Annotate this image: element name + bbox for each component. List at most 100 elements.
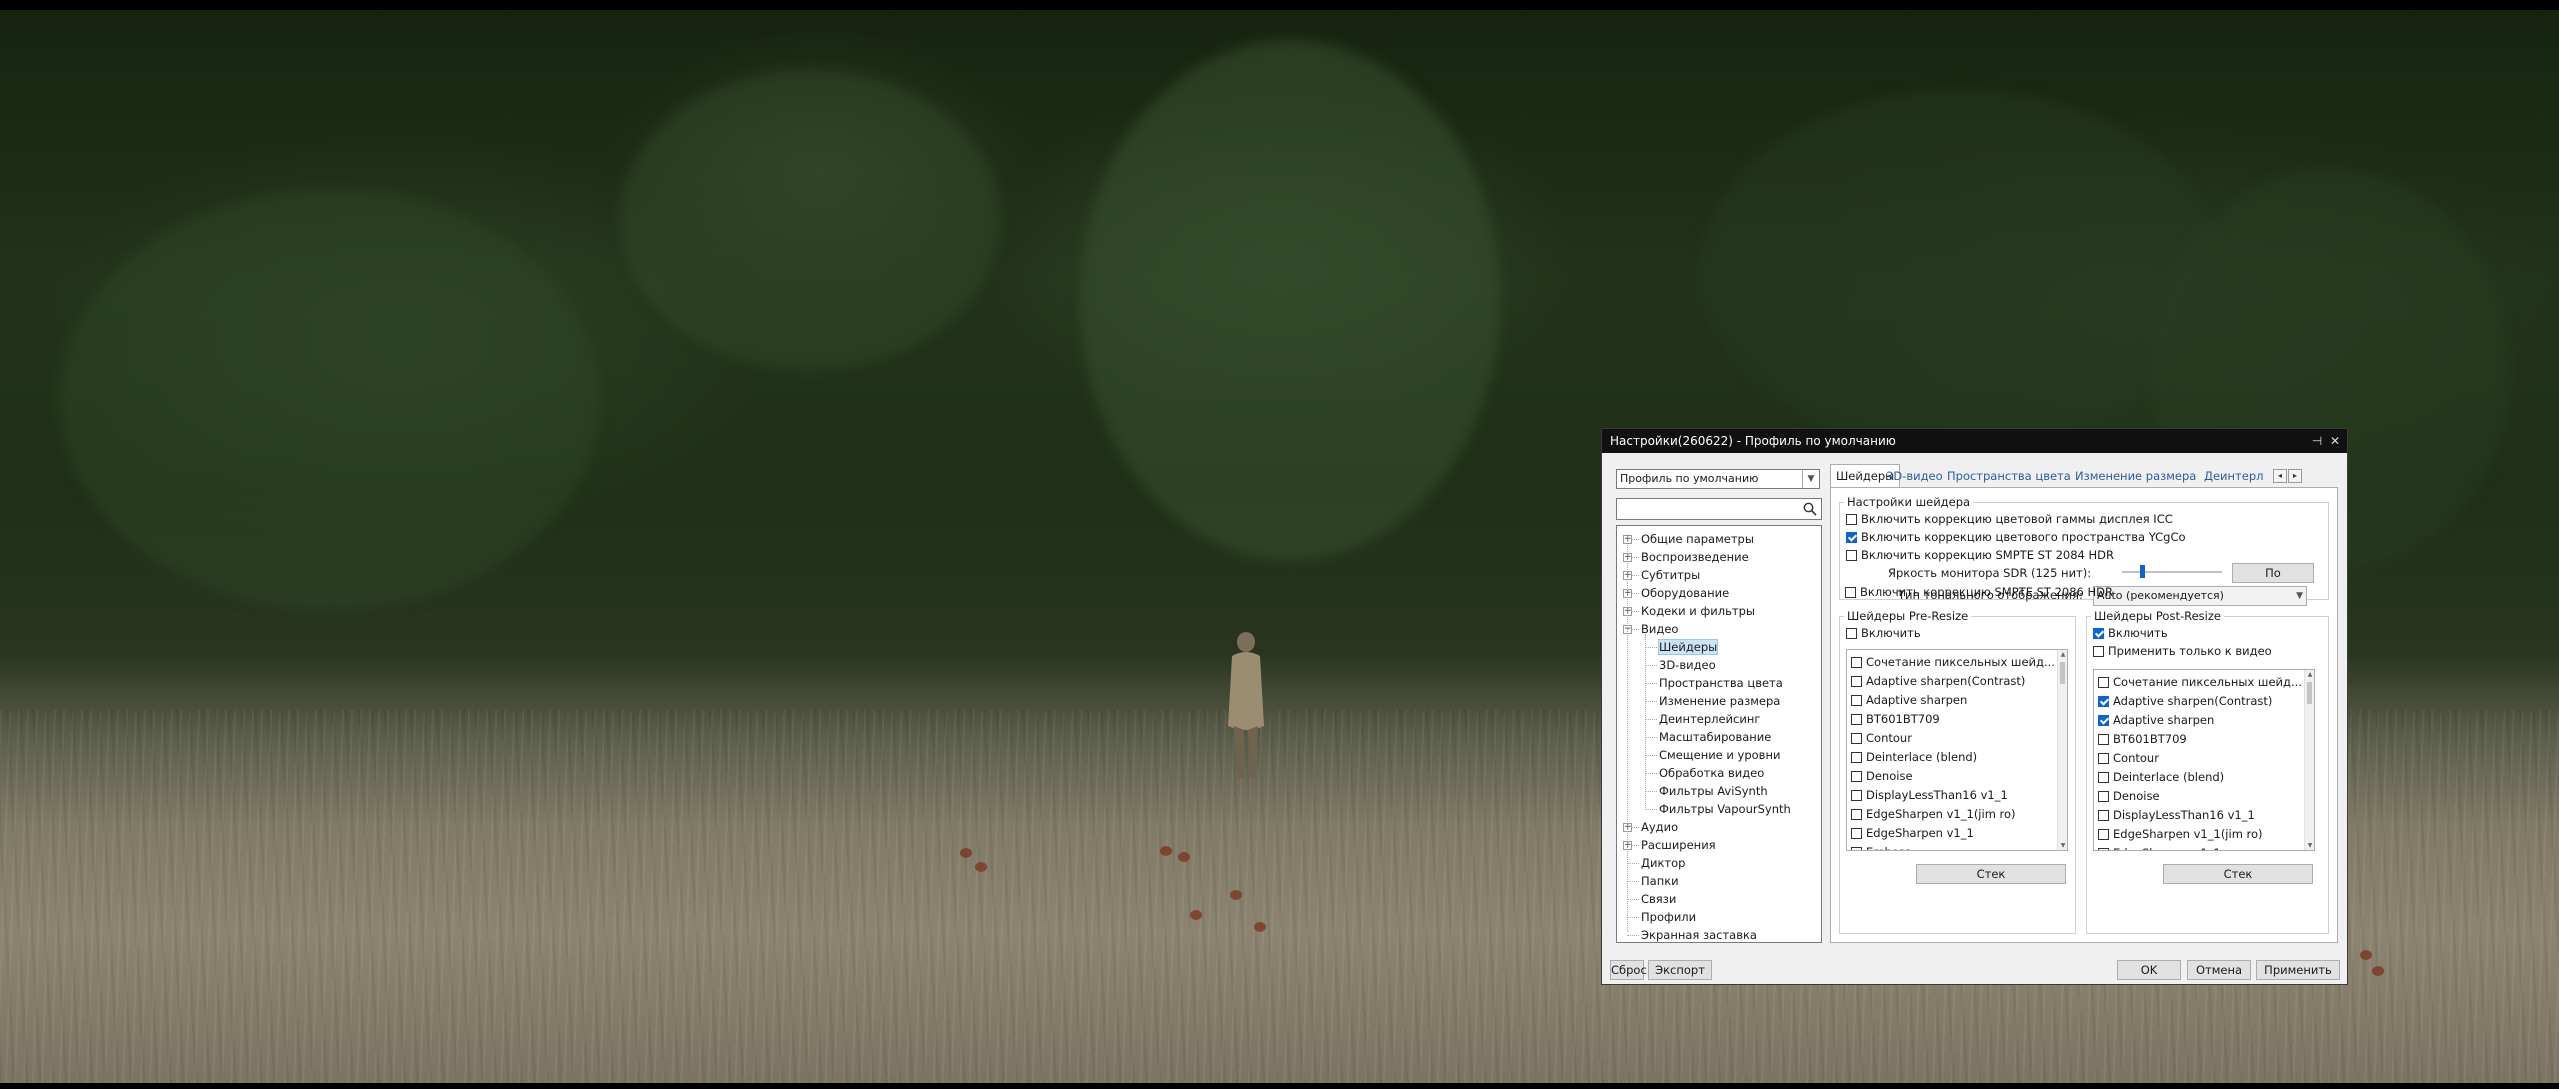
shader-list-item[interactable]: BT601BT709 <box>2098 731 2187 747</box>
tree-item[interactable]: Масштабирование <box>1659 728 1771 746</box>
checkbox-box[interactable] <box>1846 550 1857 561</box>
scrollbar-thumb[interactable] <box>2307 682 2312 704</box>
default-button[interactable]: По умолчанию <box>2232 563 2314 598</box>
scroll-up-icon[interactable]: ▲ <box>2058 651 2067 658</box>
dialog-titlebar[interactable]: Настройки(260622) - Профиль по умолчанию… <box>1602 429 2347 453</box>
tab-color-spaces[interactable]: Пространства цвета <box>1947 465 2071 487</box>
tab-scroll-left-icon[interactable]: ◂ <box>2273 469 2287 483</box>
checkbox-box[interactable] <box>1851 695 1862 706</box>
checkbox-box[interactable] <box>2098 848 2109 850</box>
profile-select[interactable]: Профиль по умолчанию ▼ <box>1616 469 1820 489</box>
shader-list-item[interactable]: Emboss <box>1851 844 1911 850</box>
tree-item[interactable]: Видео <box>1641 620 1678 638</box>
tree-item[interactable]: Кодеки и фильтры <box>1641 602 1755 620</box>
shader-list-item[interactable]: Denoise <box>1851 768 1913 784</box>
ycgco-checkbox[interactable]: Включить коррекцию цветового пространств… <box>1846 529 2186 545</box>
tree-item[interactable]: Расширения <box>1641 836 1716 854</box>
ok-button[interactable]: OK <box>2117 960 2181 980</box>
checkbox-box[interactable] <box>1846 628 1857 639</box>
tree-item[interactable]: Обработка видео <box>1659 764 1764 782</box>
checkbox-box[interactable] <box>1851 676 1862 687</box>
chevron-down-icon[interactable]: ▼ <box>2296 587 2303 605</box>
shader-list-item[interactable]: Adaptive sharpen <box>1851 692 1967 708</box>
tab-resize[interactable]: Изменение размера <box>2075 465 2196 487</box>
search-input[interactable] <box>1616 498 1822 520</box>
checkbox-box[interactable] <box>1845 587 1856 598</box>
checkbox-box[interactable] <box>1851 828 1862 839</box>
shader-list-item[interactable]: EdgeSharpen v1_1(jim ro) <box>2098 826 2263 842</box>
checkbox-box[interactable] <box>2098 810 2109 821</box>
sdr-brightness-slider[interactable] <box>2122 563 2222 581</box>
tab-3d-video[interactable]: 3D-видео <box>1886 465 1943 487</box>
shader-list-item[interactable]: BT601BT709 <box>1851 711 1940 727</box>
pre-resize-stack-button[interactable]: Стек <box>1916 864 2066 884</box>
tab-deinterlace[interactable]: Деинтерле <box>2204 465 2264 487</box>
tree-item[interactable]: Субтитры <box>1641 566 1700 584</box>
shader-list-item[interactable]: Adaptive sharpen(Contrast) <box>2098 693 2272 709</box>
tree-item[interactable]: Общие параметры <box>1641 530 1754 548</box>
tree-item[interactable]: 3D-видео <box>1659 656 1716 674</box>
chevron-down-icon[interactable]: ▼ <box>1802 470 1819 488</box>
post-resize-shader-list[interactable]: Сочетание пиксельных шейд... Adaptive sha… <box>2093 669 2315 851</box>
tab-scroll-right-icon[interactable]: ▸ <box>2288 469 2302 483</box>
checkbox-box[interactable] <box>1851 657 1862 668</box>
shader-list-item[interactable]: Deinterlace (blend) <box>1851 749 1977 765</box>
checkbox-box[interactable] <box>2098 753 2109 764</box>
post-resize-enable-checkbox[interactable]: Включить <box>2093 625 2168 641</box>
pre-resize-shader-list[interactable]: Сочетание пиксельных шейд... Adaptive sha… <box>1846 649 2068 851</box>
tree-item[interactable]: Связи <box>1641 890 1676 908</box>
shader-list-item[interactable]: EdgeSharpen v1_1 <box>1851 825 1974 841</box>
scroll-down-icon[interactable]: ▼ <box>2058 842 2067 849</box>
checkbox-box[interactable] <box>2098 772 2109 783</box>
tree-item[interactable]: Оборудование <box>1641 584 1729 602</box>
scroll-down-icon[interactable]: ▼ <box>2305 842 2314 849</box>
checkbox-box[interactable] <box>2098 677 2109 688</box>
shader-list-item[interactable]: Adaptive sharpen(Contrast) <box>1851 673 2025 689</box>
shader-list-item[interactable]: DisplayLessThan16 v1_1 <box>2098 807 2255 823</box>
shader-list-item[interactable]: Adaptive sharpen <box>2098 712 2214 728</box>
checkbox-box[interactable] <box>2098 791 2109 802</box>
cancel-button[interactable]: Отмена <box>2187 960 2251 980</box>
checkbox-box[interactable] <box>1851 809 1862 820</box>
scrollbar-thumb[interactable] <box>2060 662 2065 684</box>
export-button[interactable]: Экспорт <box>1648 960 1712 980</box>
checkbox-box[interactable] <box>1851 714 1862 725</box>
tree-item[interactable]: Аудио <box>1641 818 1678 836</box>
hdr2084-checkbox[interactable]: Включить коррекцию SMPTE ST 2084 HDR <box>1846 547 2114 563</box>
checkbox-box[interactable] <box>1851 847 1862 850</box>
tree-item[interactable]: Папки <box>1641 872 1679 890</box>
tree-item[interactable]: Фильтры VapourSynth <box>1659 800 1791 818</box>
checkbox-box[interactable] <box>2098 715 2109 726</box>
checkbox-box[interactable] <box>1846 514 1857 525</box>
hdr2086-checkbox[interactable]: Включить коррекцию SMPTE ST 2086 HDR <box>1845 584 2113 600</box>
checkbox-box[interactable] <box>1851 790 1862 801</box>
checkbox-box[interactable] <box>1851 771 1862 782</box>
tree-item[interactable]: Пространства цвета <box>1659 674 1783 692</box>
tree-item[interactable]: Профили <box>1641 908 1696 926</box>
tree-item[interactable]: Смещение и уровни <box>1659 746 1780 764</box>
shader-list-item[interactable]: EdgeSharpen v1_1(jim ro) <box>1851 806 2016 822</box>
checkbox-box[interactable] <box>2098 829 2109 840</box>
tree-item[interactable]: Диктор <box>1641 854 1685 872</box>
shader-list-item[interactable]: Deinterlace (blend) <box>2098 769 2224 785</box>
reset-button[interactable]: Сброс <box>1610 960 1647 980</box>
checkbox-box[interactable] <box>2098 734 2109 745</box>
vertical-scrollbar[interactable]: ▲ ▼ <box>2304 670 2314 850</box>
tree-item[interactable]: Фильтры AviSynth <box>1659 782 1768 800</box>
shader-list-item[interactable]: Contour <box>1851 730 1912 746</box>
icc-checkbox[interactable]: Включить коррекцию цветовой гаммы диспле… <box>1846 511 2173 527</box>
checkbox-box[interactable] <box>2093 646 2104 657</box>
checkbox-box[interactable] <box>1851 752 1862 763</box>
vertical-scrollbar[interactable]: ▲ ▼ <box>2057 650 2067 850</box>
tree-item[interactable]: Изменение размера <box>1659 692 1780 710</box>
shader-list-item[interactable]: Contour <box>2098 750 2159 766</box>
shader-list-item[interactable]: EdgeSharpen v1_1 <box>2098 845 2221 850</box>
scroll-up-icon[interactable]: ▲ <box>2305 671 2314 678</box>
tone-mapping-select[interactable]: Auto (рекомендуется) ▼ <box>2093 586 2307 606</box>
video-only-checkbox[interactable]: Применить только к видео <box>2093 643 2272 659</box>
close-icon[interactable]: ✕ <box>2327 429 2343 453</box>
checkbox-box[interactable] <box>2093 628 2104 639</box>
slider-thumb[interactable] <box>2140 565 2145 578</box>
checkbox-box[interactable] <box>1851 733 1862 744</box>
shader-list-item[interactable]: Сочетание пиксельных шейд... <box>1851 654 2055 670</box>
